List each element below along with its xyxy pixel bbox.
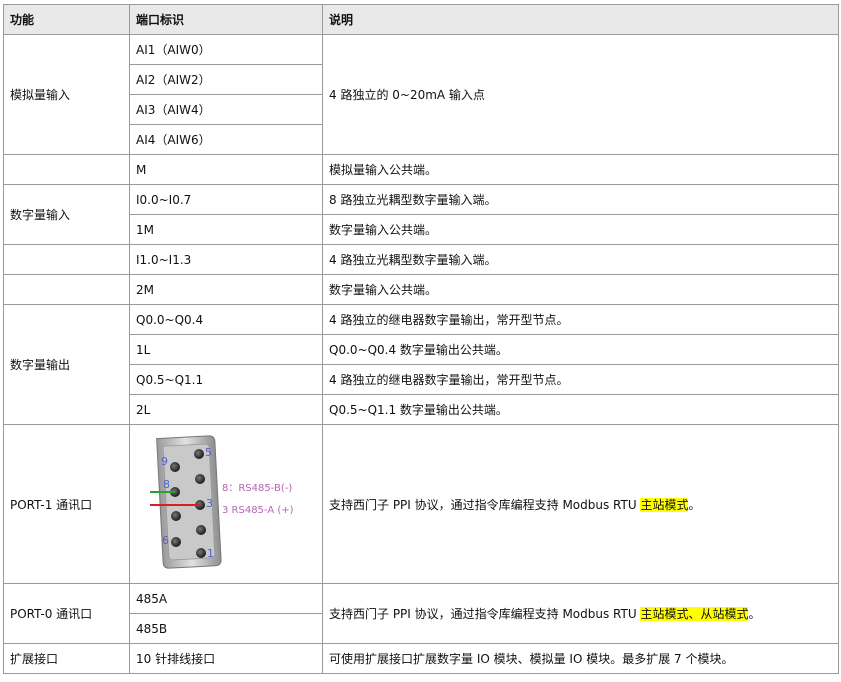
- func-empty: [3, 274, 130, 305]
- table-row: PORT-1 通讯口 5 9 8 3 6 1 8：RS485-B(-) 3 RS…: [3, 424, 839, 584]
- port-cell: 1L: [129, 334, 323, 365]
- port-cell: 1M: [129, 214, 323, 245]
- table-row: 1L Q0.0~Q0.4 数字量输出公共端。: [4, 334, 839, 365]
- desc-cell: Q0.5~Q1.1 数字量输出公共端。: [322, 394, 839, 425]
- pin-label: 1: [207, 547, 214, 560]
- pin3-label: 3 RS485-A (+): [222, 505, 294, 516]
- pin-6: [171, 537, 181, 547]
- func-empty: [3, 244, 130, 275]
- port-cell: AI3（AIW4）: [129, 94, 323, 125]
- port-cell: 2M: [129, 274, 323, 305]
- pin-9: [170, 462, 180, 472]
- desc-cell: Q0.0~Q0.4 数字量输出公共端。: [322, 334, 839, 365]
- desc-cell: 8 路独立光耦型数字量输入端。: [322, 184, 839, 215]
- port-spec-table: 功能 端口标识 说明 模拟量输入 AI1（AIW0） 4 路独立的 0~20mA…: [3, 4, 839, 674]
- func-analog: 模拟量输入: [3, 34, 130, 155]
- desc-text: 支持西门子 PPI 协议，通过指令库编程支持 Modbus RTU: [329, 497, 641, 512]
- desc-text: 。: [688, 497, 701, 512]
- table-row: PORT-0 通讯口 485A 支持西门子 PPI 协议，通过指令库编程支持 M…: [3, 583, 839, 644]
- pin-label: 6: [162, 534, 169, 547]
- table-row: 2L Q0.5~Q1.1 数字量输出公共端。: [4, 394, 839, 425]
- pin-label: 9: [161, 455, 168, 468]
- port-cell: Q0.0~Q0.4: [129, 304, 323, 335]
- desc-cell: 4 路独立的继电器数字量输出，常开型节点。: [322, 364, 839, 395]
- func-digital-in: 数字量输入: [3, 184, 130, 245]
- func-port1: PORT-1 通讯口: [3, 424, 130, 584]
- desc-cell: 数字量输入公共端。: [322, 274, 839, 305]
- pin-label: 3: [206, 497, 213, 510]
- desc-port1: 支持西门子 PPI 协议，通过指令库编程支持 Modbus RTU 主站模式。: [322, 424, 839, 584]
- func-expansion: 扩展接口: [3, 643, 130, 674]
- pin-4: [195, 474, 205, 484]
- port-cell: AI2（AIW2）: [129, 64, 323, 95]
- func-empty: [3, 154, 130, 185]
- pin-5: [194, 449, 204, 459]
- port-cell: 485B: [129, 613, 323, 644]
- table-row: 1M 数字量输入公共端。: [4, 214, 839, 245]
- pin-label: 5: [205, 446, 212, 459]
- db9-connector-icon: 5 9 8 3 6 1 8：RS485-B(-) 3 RS485-A (+): [150, 435, 294, 569]
- header-desc: 说明: [322, 4, 839, 35]
- table-row: 2M 数字量输入公共端。: [3, 274, 839, 305]
- port-cell: AI1（AIW0）: [129, 34, 323, 65]
- header-port: 端口标识: [129, 4, 323, 35]
- func-port0: PORT-0 通讯口: [3, 583, 130, 644]
- header-func: 功能: [3, 4, 130, 35]
- pin-1: [196, 548, 206, 558]
- desc-text: 。: [748, 607, 761, 621]
- table-row: I1.0~I1.3 4 路独立光耦型数字量输入端。: [3, 244, 839, 275]
- port-cell: 10 针排线接口: [129, 643, 323, 674]
- highlight-text: 主站模式、从站模式: [640, 607, 749, 621]
- pin-label: 8: [163, 478, 170, 491]
- table-row: 模拟量输入 AI1（AIW0） 4 路独立的 0~20mA 输入点: [3, 34, 839, 155]
- pin8-label: 8：RS485-B(-): [222, 483, 292, 494]
- desc-port0: 支持西门子 PPI 协议，通过指令库编程支持 Modbus RTU 主站模式、从…: [322, 583, 839, 644]
- desc-cell: 4 路独立光耦型数字量输入端。: [322, 244, 839, 275]
- port-cell: I1.0~I1.3: [129, 244, 323, 275]
- port-cell: M: [129, 154, 323, 185]
- pin-2: [196, 525, 206, 535]
- table-row: Q0.5~Q1.1 4 路独立的继电器数字量输出，常开型节点。: [4, 364, 839, 395]
- func-digital-out: 数字量输出: [3, 304, 130, 425]
- table-header-row: 功能 端口标识 说明: [3, 4, 839, 35]
- desc-analog: 4 路独立的 0~20mA 输入点: [322, 34, 839, 155]
- port-cell: 485A: [129, 583, 323, 614]
- highlight-text: 主站模式: [640, 497, 689, 512]
- port-cell: I0.0~I0.7: [129, 184, 323, 215]
- desc-cell: 4 路独立的继电器数字量输出，常开型节点。: [322, 304, 839, 335]
- table-row: 数字量输入 I0.0~I0.7 8 路独立光耦型数字量输入端。: [3, 184, 839, 245]
- desc-cell: 数字量输入公共端。: [322, 214, 839, 245]
- pin-7: [171, 511, 181, 521]
- port-cell: AI4（AIW6）: [129, 124, 323, 155]
- desc-text: 支持西门子 PPI 协议，通过指令库编程支持 Modbus RTU: [329, 607, 641, 621]
- desc-cell: 可使用扩展接口扩展数字量 IO 模块、模拟量 IO 模块。最多扩展 7 个模块。: [322, 643, 839, 674]
- table-row: 扩展接口 10 针排线接口 可使用扩展接口扩展数字量 IO 模块、模拟量 IO …: [3, 643, 839, 674]
- table-row: 数字量输出 Q0.0~Q0.4 4 路独立的继电器数字量输出，常开型节点。: [3, 304, 839, 425]
- desc-cell: 模拟量输入公共端。: [322, 154, 839, 185]
- port-cell: 2L: [129, 394, 323, 425]
- db9-connector-cell: 5 9 8 3 6 1 8：RS485-B(-) 3 RS485-A (+): [129, 424, 323, 584]
- table-row: M 模拟量输入公共端。: [3, 154, 839, 185]
- port-cell: Q0.5~Q1.1: [129, 364, 323, 395]
